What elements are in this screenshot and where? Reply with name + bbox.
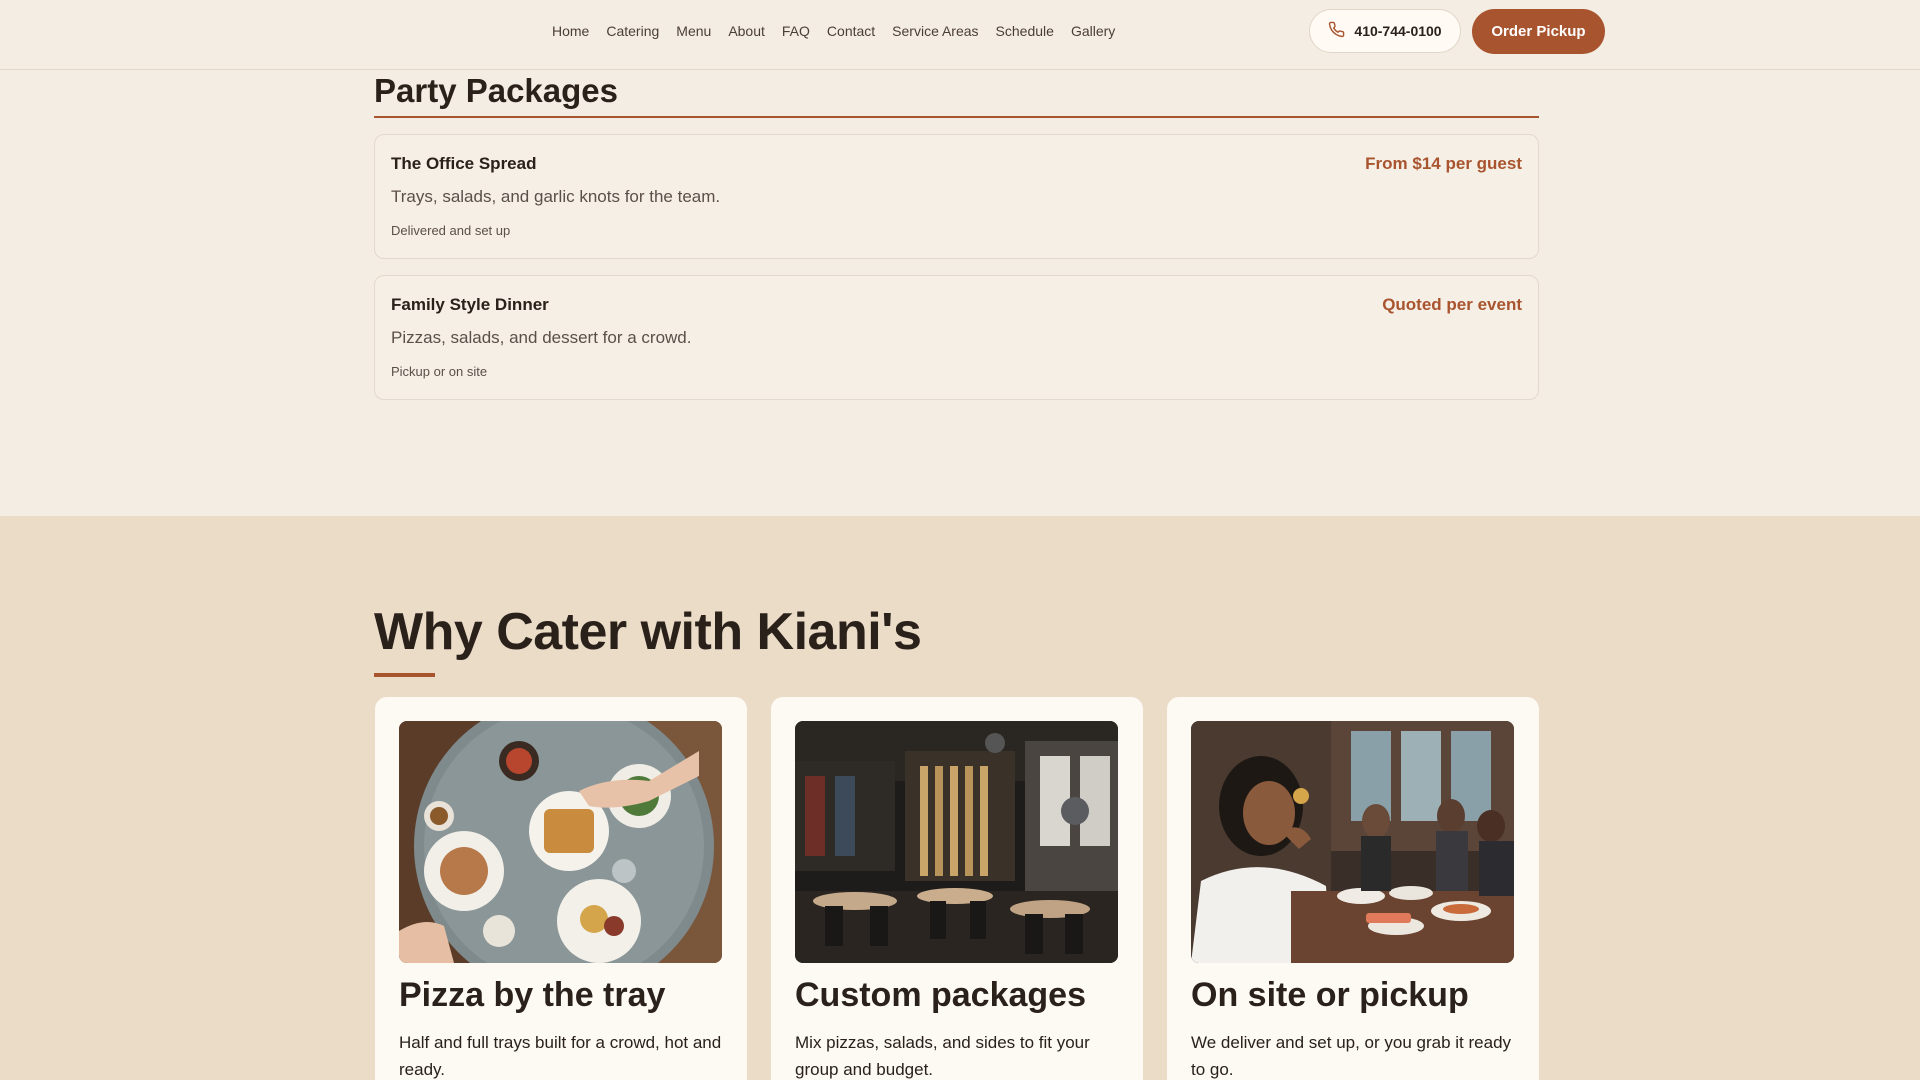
feature-photo-table-spread [399, 721, 722, 963]
package-price: Quoted per event [1382, 295, 1522, 314]
package-name: The Office Spread [391, 154, 537, 173]
phone-icon [1328, 21, 1345, 41]
main-nav: Home Catering Menu About FAQ Contact Ser… [552, 0, 1115, 62]
nav-about[interactable]: About [728, 23, 765, 39]
package-description: Pizzas, salads, and dessert for a crowd. [391, 328, 692, 347]
nav-gallery[interactable]: Gallery [1071, 23, 1115, 39]
feature-photo-dining-room [795, 721, 1118, 963]
nav-service-areas[interactable]: Service Areas [892, 23, 978, 39]
package-price: From $14 per guest [1365, 154, 1522, 173]
nav-schedule[interactable]: Schedule [996, 23, 1054, 39]
feature-card: On site or pickup We deliver and set up,… [1167, 697, 1539, 1080]
phone-number: 410-744-0100 [1354, 23, 1442, 39]
why-title: Why Cater with Kiani's [374, 603, 922, 661]
feature-title: Custom packages [795, 976, 1086, 1014]
site-header: Home Catering Menu About FAQ Contact Ser… [0, 0, 1920, 70]
phone-button[interactable]: 410-744-0100 [1309, 9, 1461, 53]
feature-title: Pizza by the tray [399, 976, 666, 1014]
nav-faq[interactable]: FAQ [782, 23, 810, 39]
feature-title: On site or pickup [1191, 976, 1469, 1014]
feature-photo-guests-eating [1191, 721, 1514, 963]
order-pickup-button[interactable]: Order Pickup [1472, 9, 1605, 54]
package-note: Pickup or on site [391, 364, 488, 379]
why-cater-section: Why Cater with Kiani's Pizza by the tray… [0, 516, 1920, 1080]
package-card: The Office Spread From $14 per guest Tra… [374, 134, 1539, 259]
feature-card: Pizza by the tray Half and full trays bu… [375, 697, 747, 1080]
package-note: Delivered and set up [391, 223, 511, 238]
nav-home[interactable]: Home [552, 23, 589, 39]
package-name: Family Style Dinner [391, 295, 549, 314]
feature-card: Custom packages Mix pizzas, salads, and … [771, 697, 1143, 1080]
why-divider [374, 673, 435, 677]
feature-text: Half and full trays built for a crowd, h… [399, 1033, 722, 1079]
package-card: Family Style Dinner Quoted per event Piz… [374, 275, 1539, 400]
packages-title: Party Packages [374, 72, 619, 109]
package-description: Trays, salads, and garlic knots for the … [391, 187, 721, 206]
nav-catering[interactable]: Catering [606, 23, 659, 39]
feature-text: Mix pizzas, salads, and sides to fit you… [795, 1033, 1090, 1079]
feature-text: We deliver and set up, or you grab it re… [1191, 1033, 1512, 1079]
nav-contact[interactable]: Contact [827, 23, 875, 39]
nav-menu[interactable]: Menu [676, 23, 711, 39]
packages-divider [374, 116, 1539, 118]
